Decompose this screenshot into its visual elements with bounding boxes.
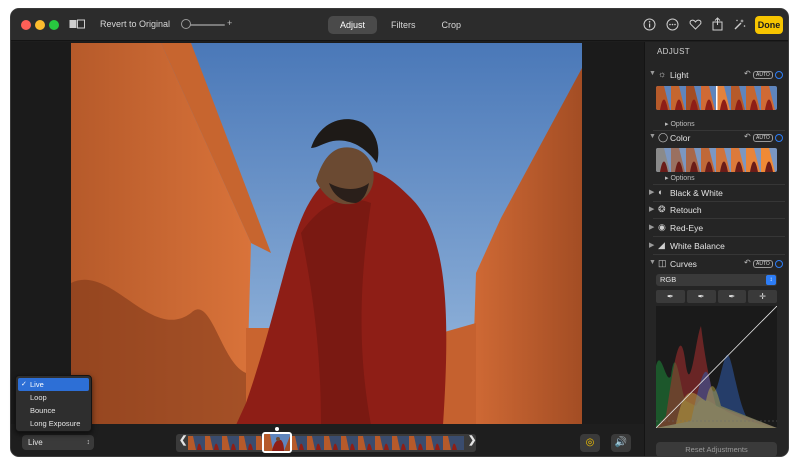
eye-icon: ◉ bbox=[658, 222, 666, 232]
live-photo-toggle-button[interactable]: ◎ bbox=[580, 434, 600, 452]
chevron-right-icon[interactable]: ▶ bbox=[649, 205, 654, 213]
share-icon[interactable] bbox=[711, 17, 724, 35]
heart-icon[interactable] bbox=[689, 18, 702, 35]
add-point-icon[interactable]: ✛ bbox=[748, 290, 777, 303]
trim-right-handle[interactable]: ❯ bbox=[468, 435, 476, 446]
live-effect-menu: ✓ Live Loop Bounce Long Exposure bbox=[15, 375, 92, 432]
live-effect-select[interactable]: Live ↕ bbox=[22, 435, 94, 450]
title-bar: Revert to Original + Adjust Filters Crop… bbox=[11, 9, 788, 41]
menu-item-long-exposure[interactable]: Long Exposure bbox=[18, 417, 89, 430]
filmstrip-frames bbox=[188, 436, 464, 450]
color-options-toggle[interactable]: ▸ Options bbox=[665, 174, 695, 182]
toggle-icon[interactable] bbox=[775, 71, 783, 79]
curves-section-header[interactable]: ▼ ◫ Curves ↶ AUTO bbox=[649, 258, 788, 272]
undo-icon[interactable]: ↶ bbox=[744, 69, 751, 78]
live-photo-icon: ◎ bbox=[585, 437, 595, 448]
white-balance-section-header[interactable]: ▶ ◢ White Balance bbox=[649, 240, 788, 254]
chevron-updown-icon: ↕ bbox=[86, 439, 91, 446]
minimize-window-button[interactable] bbox=[35, 20, 45, 30]
menu-item-bounce[interactable]: Bounce bbox=[18, 404, 89, 417]
zoom-window-button[interactable] bbox=[49, 20, 59, 30]
compare-view-icon[interactable] bbox=[69, 18, 85, 34]
photo-canvas bbox=[11, 42, 644, 425]
menu-item-loop[interactable]: Loop bbox=[18, 391, 89, 404]
adjust-panel-title: ADJUST bbox=[657, 47, 690, 56]
divider bbox=[653, 184, 785, 185]
trim-left-handle[interactable]: ❮ bbox=[179, 435, 187, 446]
black-white-section-header[interactable]: ▶ ◐ Black & White bbox=[649, 187, 788, 201]
half-circle-icon: ◐ bbox=[658, 187, 664, 197]
gray-point-eyedropper-icon[interactable]: ✒ bbox=[686, 290, 716, 303]
chevron-down-icon[interactable]: ▼ bbox=[649, 70, 656, 77]
chevron-updown-icon: ↕ bbox=[766, 275, 776, 285]
chevron-down-icon[interactable]: ▼ bbox=[649, 259, 656, 266]
curves-icon: ◫ bbox=[658, 258, 667, 268]
close-window-button[interactable] bbox=[21, 20, 31, 30]
bottom-toolbar: Live ↕ ❮ ❯ ◎ 🔊 bbox=[11, 424, 644, 456]
tab-crop[interactable]: Crop bbox=[430, 16, 474, 34]
white-point-eyedropper-icon[interactable]: ✒ bbox=[717, 290, 747, 303]
curves-eyedroppers: ✒ ✒ ✒ ✛ bbox=[656, 290, 777, 303]
auto-button[interactable]: AUTO bbox=[753, 71, 773, 79]
edit-mode-tabs: Adjust Filters Crop bbox=[328, 16, 473, 34]
auto-enhance-icon[interactable] bbox=[733, 18, 746, 35]
info-icon[interactable] bbox=[643, 18, 656, 35]
bandage-icon: ❂ bbox=[658, 204, 666, 214]
sound-toggle-button[interactable]: 🔊 bbox=[611, 434, 631, 452]
divider bbox=[653, 201, 785, 202]
divider bbox=[653, 254, 785, 255]
retouch-section-header[interactable]: ▶ ❂ Retouch bbox=[649, 204, 788, 218]
menu-item-live[interactable]: ✓ Live bbox=[18, 378, 89, 391]
undo-icon[interactable]: ↶ bbox=[744, 258, 751, 267]
color-circle-icon: ◯ bbox=[658, 132, 669, 142]
color-section-header[interactable]: ▼ ◯ Color ↶ AUTO bbox=[649, 132, 788, 146]
divider bbox=[653, 218, 785, 219]
chevron-right-icon[interactable]: ▶ bbox=[649, 223, 654, 231]
toggle-icon[interactable] bbox=[775, 260, 783, 268]
red-eye-section-header[interactable]: ▶ ◉ Red-Eye bbox=[649, 222, 788, 236]
undo-icon[interactable]: ↶ bbox=[744, 132, 751, 141]
tab-adjust[interactable]: Adjust bbox=[328, 16, 378, 34]
light-section-header[interactable]: ▼ ☼ Light ↶ AUTO bbox=[649, 69, 788, 83]
tab-filters[interactable]: Filters bbox=[379, 16, 428, 34]
checkmark-icon: ✓ bbox=[21, 381, 27, 388]
zoom-slider-knob[interactable] bbox=[181, 19, 191, 29]
done-button[interactable]: Done bbox=[755, 16, 783, 34]
black-point-eyedropper-icon[interactable]: ✒ bbox=[656, 290, 685, 303]
curves-histogram[interactable] bbox=[655, 305, 778, 429]
more-icon[interactable] bbox=[666, 18, 679, 35]
key-photo-marker bbox=[275, 427, 279, 431]
light-thumbnail-strip[interactable] bbox=[656, 86, 777, 110]
divider bbox=[653, 130, 785, 131]
live-photo-filmstrip[interactable]: ❮ ❯ bbox=[176, 434, 476, 452]
curves-channel-select[interactable]: RGB ↕ bbox=[656, 274, 777, 286]
divider bbox=[653, 236, 785, 237]
auto-button[interactable]: AUTO bbox=[753, 134, 773, 142]
photos-edit-window: Revert to Original + Adjust Filters Crop… bbox=[10, 8, 789, 457]
chevron-down-icon[interactable]: ▼ bbox=[649, 133, 656, 140]
reset-adjustments-button[interactable]: Reset Adjustments bbox=[656, 442, 777, 456]
white-balance-icon: ◢ bbox=[658, 240, 665, 250]
light-options-toggle[interactable]: ▸ Options bbox=[665, 120, 695, 128]
edited-photo bbox=[71, 43, 582, 425]
zoom-plus-label: + bbox=[227, 18, 233, 28]
speaker-icon: 🔊 bbox=[614, 437, 628, 448]
revert-to-original-button[interactable]: Revert to Original bbox=[100, 19, 170, 29]
adjust-panel: ADJUST ▼ ☼ Light ↶ AUTO ▸ Options ▼ ◯ Co… bbox=[644, 42, 788, 456]
chevron-right-icon[interactable]: ▶ bbox=[649, 241, 654, 249]
sun-icon: ☼ bbox=[658, 69, 667, 79]
auto-button[interactable]: AUTO bbox=[753, 260, 773, 268]
key-photo-frame[interactable] bbox=[262, 432, 292, 453]
color-thumbnail-strip[interactable] bbox=[656, 148, 777, 172]
toggle-icon[interactable] bbox=[775, 134, 783, 142]
chevron-right-icon[interactable]: ▶ bbox=[649, 188, 654, 196]
